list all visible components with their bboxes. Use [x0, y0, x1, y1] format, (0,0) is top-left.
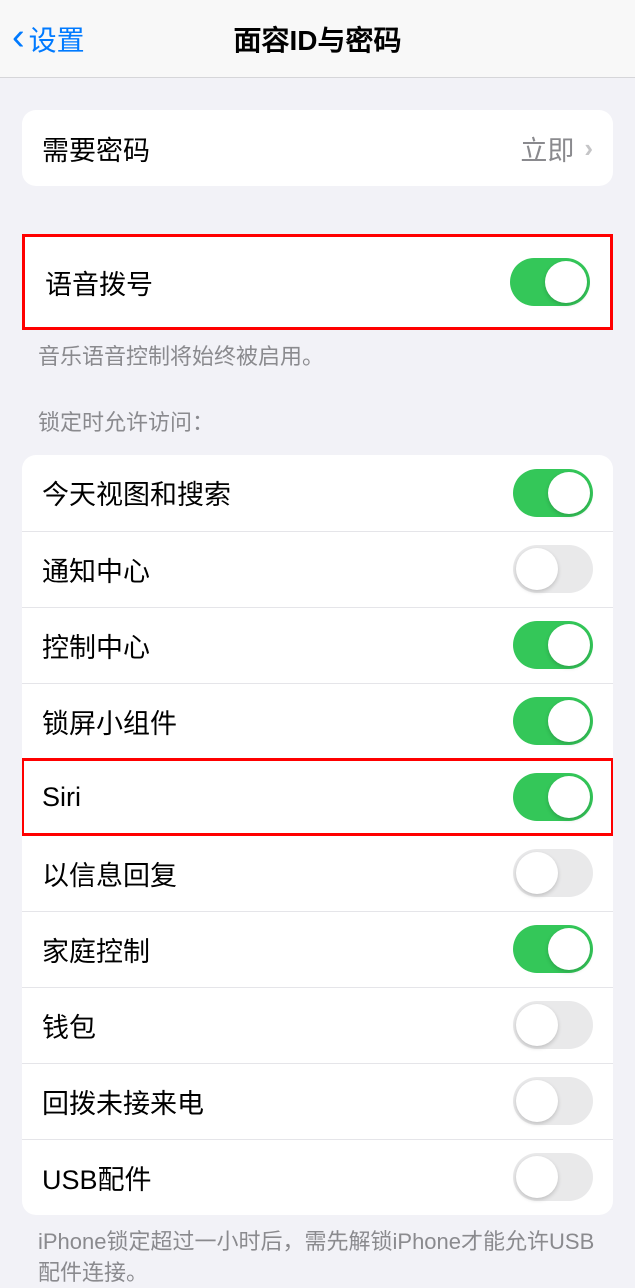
voice-dial-row[interactable]: 语音拨号 [25, 237, 610, 327]
locked-toggle-row[interactable]: 钱包 [22, 987, 613, 1063]
toggle-switch[interactable] [513, 621, 593, 669]
locked-toggle-label: 家庭控制 [42, 930, 150, 969]
voice-dial-group: 语音拨号 [22, 234, 613, 330]
locked-toggle-row[interactable]: 家庭控制 [22, 911, 613, 987]
back-label: 设置 [29, 19, 85, 59]
toggle-switch[interactable] [513, 1077, 593, 1125]
locked-toggle-row[interactable]: 今天视图和搜索 [22, 455, 613, 531]
passcode-group: 需要密码 立即 › [22, 110, 613, 186]
locked-toggle-row[interactable]: 通知中心 [22, 531, 613, 607]
require-passcode-label: 需要密码 [42, 129, 150, 168]
nav-bar: ‹ 设置 面容ID与密码 [0, 0, 635, 78]
locked-access-group: 今天视图和搜索通知中心控制中心锁屏小组件 Siri 以信息回复家庭控制钱包回拨未接来… [22, 455, 613, 1215]
locked-access-footer: iPhone锁定超过一小时后，需先解锁iPhone才能允许USB配件连接。 [38, 1227, 597, 1288]
locked-toggle-label: 回拨未接来电 [42, 1082, 204, 1121]
toggle-switch[interactable] [513, 1001, 593, 1049]
toggle-switch[interactable] [513, 469, 593, 517]
locked-toggle-row[interactable]: 以信息回复 [22, 835, 613, 911]
locked-toggle-row[interactable]: 锁屏小组件 [22, 683, 613, 759]
locked-toggle-label: 钱包 [42, 1006, 96, 1045]
chevron-right-icon: › [584, 133, 593, 164]
locked-toggle-row[interactable]: 回拨未接来电 [22, 1063, 613, 1139]
back-button[interactable]: ‹ 设置 [0, 19, 85, 59]
locked-toggle-label: 今天视图和搜索 [42, 473, 231, 512]
locked-toggle-row[interactable]: Siri [22, 759, 613, 835]
chevron-left-icon: ‹ [12, 16, 25, 59]
locked-toggle-label: 控制中心 [42, 626, 150, 665]
locked-toggle-row[interactable]: USB配件 [22, 1139, 613, 1215]
locked-toggle-label: Siri [42, 782, 81, 813]
page-title: 面容ID与密码 [0, 19, 635, 59]
require-passcode-value: 立即 › [520, 129, 593, 168]
toggle-switch[interactable] [513, 773, 593, 821]
locked-access-header: 锁定时允许访问： [38, 405, 597, 437]
voice-dial-toggle[interactable] [510, 258, 590, 306]
toggle-switch[interactable] [513, 1153, 593, 1201]
toggle-switch[interactable] [513, 697, 593, 745]
locked-toggle-label: 通知中心 [42, 550, 150, 589]
locked-toggle-label: 锁屏小组件 [42, 702, 177, 741]
toggle-switch[interactable] [513, 545, 593, 593]
voice-dial-footer: 音乐语音控制将始终被启用。 [38, 342, 597, 373]
locked-toggle-row[interactable]: 控制中心 [22, 607, 613, 683]
toggle-switch[interactable] [513, 849, 593, 897]
require-passcode-row[interactable]: 需要密码 立即 › [22, 110, 613, 186]
toggle-switch[interactable] [513, 925, 593, 973]
locked-toggle-label: USB配件 [42, 1158, 152, 1197]
voice-dial-label: 语音拨号 [45, 263, 153, 302]
locked-toggle-label: 以信息回复 [42, 854, 177, 893]
